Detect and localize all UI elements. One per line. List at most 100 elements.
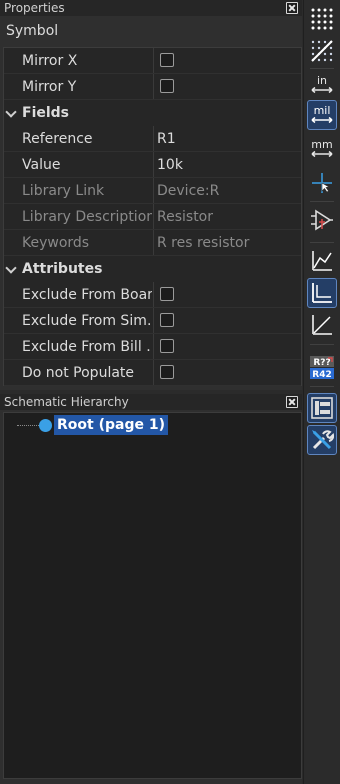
units-millimeters-button[interactable]: mm <box>307 134 337 164</box>
property-name: Do not Populate <box>22 365 135 381</box>
toolbar-separator <box>310 68 334 69</box>
units-mil-label: mil <box>314 104 331 117</box>
property-value: R res resistor <box>157 235 250 251</box>
column-divider <box>153 74 154 100</box>
category-attributes[interactable]: Attributes <box>4 256 301 282</box>
chevron-down-icon[interactable] <box>5 262 17 274</box>
property-row[interactable]: Exclude From Bill … <box>4 334 301 360</box>
tree-item-root[interactable]: Root (page 1) <box>54 415 168 435</box>
category-label: Fields <box>22 105 70 121</box>
units-millimeters-icon: mm <box>311 138 333 158</box>
property-checkbox[interactable] <box>160 79 174 93</box>
property-value: Device:R <box>157 183 220 199</box>
right-toolbar: in mil mm R?? R42 <box>303 0 340 784</box>
property-row[interactable]: Library Link Device:R <box>4 178 301 204</box>
units-inches-button[interactable]: in <box>307 70 337 100</box>
property-row[interactable]: Reference R1 <box>4 126 301 152</box>
close-icon[interactable] <box>286 2 298 14</box>
hidden-pins-icon <box>311 209 333 231</box>
property-name: Exclude From Bill … <box>22 339 152 355</box>
hierarchy-titlebar: Schematic Hierarchy <box>0 394 302 410</box>
property-row[interactable]: Exclude From Sim… <box>4 308 301 334</box>
annotate-bottom-label: R42 <box>312 370 331 379</box>
properties-titlebar: Properties <box>0 0 302 16</box>
column-divider <box>153 178 154 204</box>
toolbar-separator <box>310 386 334 387</box>
annotate-icon: R?? R42 <box>310 356 334 379</box>
properties-title: Properties <box>4 1 65 15</box>
line-mode-free-icon <box>312 251 332 271</box>
column-divider <box>153 334 154 360</box>
property-name: Library Description <box>22 209 152 225</box>
column-divider <box>153 360 154 386</box>
annotate-button[interactable]: R?? R42 <box>307 352 337 382</box>
full-crosshair-cursor-button[interactable] <box>307 168 337 198</box>
property-checkbox[interactable] <box>160 53 174 67</box>
symbol-type-label: Symbol <box>6 23 59 39</box>
column-divider <box>153 204 154 230</box>
property-row[interactable]: Keywords R res resistor <box>4 230 301 256</box>
show-hidden-pins-button[interactable] <box>307 205 337 235</box>
property-row[interactable]: Mirror X <box>4 48 301 74</box>
line-mode-45-button[interactable] <box>307 310 337 340</box>
property-name: Library Link <box>22 183 105 199</box>
column-divider <box>153 282 154 308</box>
property-row[interactable]: Library Description Resistor <box>4 204 301 230</box>
line-mode-45-icon <box>312 315 332 335</box>
property-name: Value <box>22 157 61 173</box>
close-icon[interactable] <box>286 396 298 408</box>
hierarchy-title: Schematic Hierarchy <box>4 395 129 409</box>
hierarchy-navigator-button[interactable] <box>307 393 337 423</box>
column-divider <box>153 152 154 178</box>
category-label: Attributes <box>22 261 103 277</box>
property-name: Exclude From Sim… <box>22 313 152 329</box>
property-row[interactable]: Exclude From Board <box>4 282 301 308</box>
property-value[interactable]: R1 <box>157 126 176 152</box>
grid-dots-icon <box>311 8 333 30</box>
line-mode-90-icon <box>312 283 332 303</box>
units-mm-label: mm <box>311 138 332 151</box>
property-name: Mirror Y <box>22 79 77 95</box>
properties-manager-button[interactable] <box>307 425 337 455</box>
hierarchy-navigator-icon <box>311 397 333 419</box>
property-row[interactable]: Do not Populate <box>4 360 301 386</box>
units-in-label: in <box>317 74 327 87</box>
hierarchy-tree: Root (page 1) <box>3 412 302 779</box>
property-grid: Mirror X Mirror Y Fields Reference R1 Value 10… <box>3 47 302 386</box>
property-checkbox[interactable] <box>160 313 174 327</box>
sheet-dot-icon <box>39 419 52 432</box>
property-name: Reference <box>22 131 93 147</box>
annotate-top-label: R?? <box>313 358 330 368</box>
units-mils-button[interactable]: mil <box>307 100 337 130</box>
property-row[interactable]: Value 10k <box>4 152 301 178</box>
property-row[interactable]: Mirror Y <box>4 74 301 100</box>
category-fields[interactable]: Fields <box>4 100 301 126</box>
property-name: Keywords <box>22 235 90 251</box>
schematic-hierarchy-panel: Schematic Hierarchy Root (page 1) <box>0 394 302 784</box>
property-value[interactable]: 10k <box>157 152 183 178</box>
property-checkbox[interactable] <box>160 365 174 379</box>
chevron-down-icon[interactable] <box>5 106 17 118</box>
toolbar-separator <box>310 344 334 345</box>
column-divider <box>153 308 154 334</box>
properties-panel: Properties Symbol Mirror X Mirror Y Fields… <box>0 0 302 390</box>
units-mils-icon: mil <box>311 104 333 124</box>
grid-dots-button[interactable] <box>307 4 337 34</box>
toolbar-separator <box>310 201 334 202</box>
property-name: Exclude From Board <box>22 287 152 303</box>
column-divider <box>153 230 154 256</box>
line-mode-free-button[interactable] <box>307 246 337 276</box>
property-value: Resistor <box>157 209 213 225</box>
property-checkbox[interactable] <box>160 287 174 301</box>
property-name: Mirror X <box>22 53 78 69</box>
tree-connector <box>17 425 39 426</box>
grid-overrides-button[interactable] <box>307 36 337 66</box>
grid-overrides-icon <box>311 40 333 62</box>
toolbar-separator <box>310 242 334 243</box>
column-divider <box>153 48 154 74</box>
column-divider <box>153 126 154 152</box>
properties-manager-icon <box>312 430 334 450</box>
property-checkbox[interactable] <box>160 339 174 353</box>
line-mode-90-button[interactable] <box>307 278 337 308</box>
cursor-crosshair-icon <box>312 173 332 193</box>
